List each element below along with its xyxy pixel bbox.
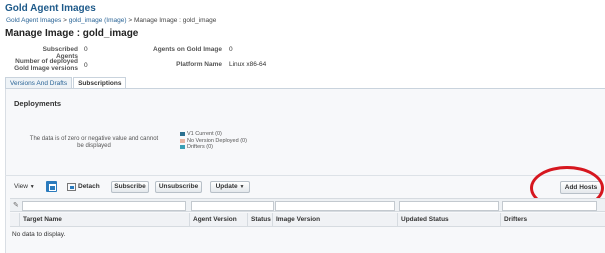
deployed-versions-value: 0 (84, 62, 88, 69)
chevron-down-icon: ▼ (29, 184, 35, 190)
add-hosts-button[interactable]: Add Hosts (560, 181, 602, 194)
detach-icon[interactable] (67, 183, 76, 191)
view-menu-label: View (14, 183, 28, 190)
update-button-label: Update (215, 183, 238, 190)
filter-updated-status[interactable] (399, 201, 499, 211)
legend-item-drifters: Drifters (0) (180, 144, 247, 151)
chart-empty-message: The data is of zero or negative value an… (29, 136, 159, 149)
chart-legend: V1 Current (0) No Version Deployed (0) D… (180, 131, 247, 151)
subscriptions-panel (5, 89, 605, 253)
breadcrumb-link-gold-image[interactable]: gold_image (Image) (69, 17, 127, 24)
deployed-versions-label: Number of deployed Gold Image versions (14, 58, 78, 72)
legend-swatch (180, 145, 185, 150)
legend-label: Drifters (0) (187, 144, 213, 150)
detach-button[interactable]: Detach (78, 181, 100, 193)
view-menu[interactable]: View ▼ (14, 181, 35, 193)
update-menu-button[interactable]: Update ▼ (210, 181, 250, 193)
subscribed-agents-value: 0 (84, 46, 88, 53)
filter-image-version[interactable] (275, 201, 395, 211)
pencil-icon: ✎ (13, 202, 19, 209)
platform-name-label: Platform Name (176, 61, 222, 68)
agents-on-gold-image-value: 0 (229, 46, 233, 53)
agents-on-gold-image-label: Agents on Gold Image (153, 46, 222, 53)
filter-target-name[interactable] (22, 201, 186, 211)
deployments-title: Deployments (14, 99, 62, 108)
filter-row: ✎ (10, 198, 605, 212)
column-header-image-version[interactable]: Image Version (272, 213, 397, 227)
breadcrumb-separator: > (63, 17, 67, 24)
filter-drifters[interactable] (502, 201, 597, 211)
app-title: Gold Agent Images (5, 3, 96, 14)
platform-name-value: Linux x86-64 (229, 61, 267, 68)
page-title: Manage Image : gold_image (5, 28, 139, 39)
column-header-updated-status[interactable]: Updated Status (397, 213, 500, 227)
legend-swatch (180, 132, 185, 137)
legend-swatch (180, 138, 185, 143)
breadcrumb-current: Manage Image : gold_image (133, 17, 217, 24)
subscribe-button[interactable]: Subscribe (111, 181, 149, 193)
breadcrumb: Gold Agent Images > gold_image (Image) >… (6, 17, 216, 24)
column-header-drifters[interactable]: Drifters (500, 213, 605, 227)
unsubscribe-button[interactable]: Unsubscribe (155, 181, 202, 193)
chevron-down-icon: ▼ (239, 184, 245, 190)
filter-agent-version[interactable] (191, 201, 274, 211)
freeze-columns-icon[interactable] (46, 181, 57, 192)
column-header-agent-version[interactable]: Agent Version (189, 213, 247, 227)
breadcrumb-link-gold-agent-images[interactable]: Gold Agent Images (6, 17, 61, 24)
toolbar-divider (5, 175, 605, 176)
table-header: Target Name Agent Version Status Image V… (10, 213, 605, 227)
table-empty-message: No data to display. (12, 231, 66, 238)
column-header-target-name[interactable]: Target Name (19, 213, 189, 227)
column-header-status[interactable]: Status (247, 213, 272, 227)
breadcrumb-separator: > (128, 17, 133, 24)
